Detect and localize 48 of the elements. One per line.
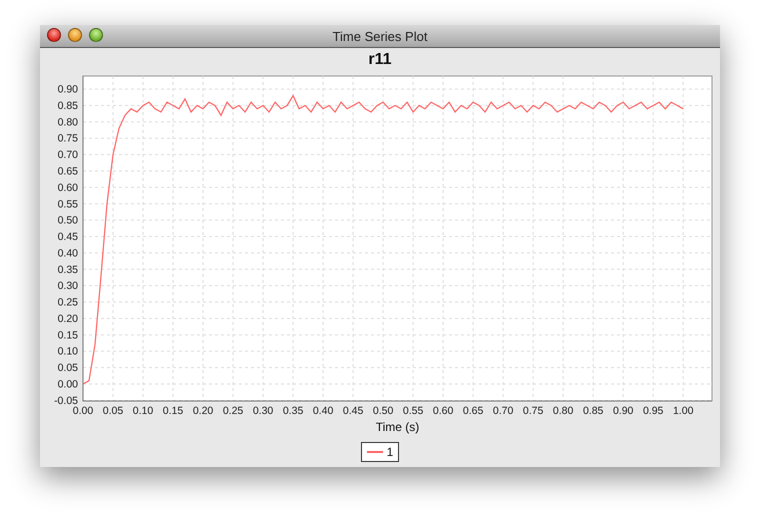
x-tick-label: 0.80 bbox=[552, 405, 574, 417]
x-tick-label: 0.60 bbox=[432, 405, 454, 417]
x-tick-label: 0.50 bbox=[372, 405, 394, 417]
x-tick-label: 0.65 bbox=[462, 405, 484, 417]
zoom-button[interactable] bbox=[89, 28, 103, 42]
x-tick-label: 0.35 bbox=[282, 405, 304, 417]
x-tick-label: 0.30 bbox=[252, 405, 274, 417]
x-tick-label: 0.25 bbox=[222, 405, 244, 417]
y-tick-label: 0.90 bbox=[58, 84, 78, 96]
y-tick-label: 0.45 bbox=[58, 231, 78, 244]
y-tick-label: 0.10 bbox=[58, 346, 78, 358]
x-axis-label: Time (s) bbox=[376, 420, 420, 434]
chart-title: r11 bbox=[367, 50, 393, 70]
y-tick-label: 0.50 bbox=[58, 214, 78, 227]
y-tick-label: 0.75 bbox=[58, 132, 78, 145]
y-tick-label: 0.20 bbox=[58, 312, 78, 325]
x-tick-label: 0.05 bbox=[102, 405, 124, 417]
x-tick-label: 0.15 bbox=[162, 405, 184, 417]
y-tick-label: 0.55 bbox=[58, 198, 78, 210]
y-tick-label: 0.15 bbox=[58, 329, 78, 342]
y-tick-label: 0.30 bbox=[58, 280, 78, 292]
x-tick-label: 0.20 bbox=[192, 405, 214, 417]
y-tick-label: 0.65 bbox=[58, 166, 78, 178]
x-tick-label: 0.75 bbox=[522, 405, 544, 417]
x-tick-label: 0.90 bbox=[612, 405, 634, 417]
window-title: Time Series Plot bbox=[332, 28, 428, 44]
x-tick-label: 1.00 bbox=[672, 405, 694, 417]
y-tick-label: 0.70 bbox=[58, 149, 78, 162]
close-button[interactable] bbox=[47, 28, 61, 42]
legend-label: 1 bbox=[386, 445, 394, 459]
x-tick-label: 0.45 bbox=[342, 405, 364, 417]
y-tick-label: 0.40 bbox=[58, 247, 78, 260]
x-tick-label: 0.85 bbox=[582, 405, 604, 417]
x-tick-label: 0.95 bbox=[642, 405, 664, 417]
y-tick-label: 0.00 bbox=[58, 378, 78, 390]
y-tick-label: 0.60 bbox=[58, 182, 78, 194]
x-tick-label: 0.40 bbox=[312, 405, 334, 417]
y-tick-label: -0.05 bbox=[54, 394, 78, 407]
x-tick-label: 0.55 bbox=[402, 405, 424, 417]
y-tick-label: 0.85 bbox=[58, 100, 78, 112]
y-tick-label: 0.25 bbox=[58, 296, 78, 309]
y-tick-label: 0.80 bbox=[58, 116, 78, 128]
x-tick-label: 0.70 bbox=[492, 405, 514, 417]
x-tick-label: 0.10 bbox=[132, 405, 154, 417]
y-tick-label: 0.35 bbox=[58, 264, 78, 276]
y-tick-label: 0.05 bbox=[58, 362, 78, 374]
minimize-button[interactable] bbox=[68, 28, 82, 42]
x-tick-label: 0.00 bbox=[72, 405, 94, 417]
